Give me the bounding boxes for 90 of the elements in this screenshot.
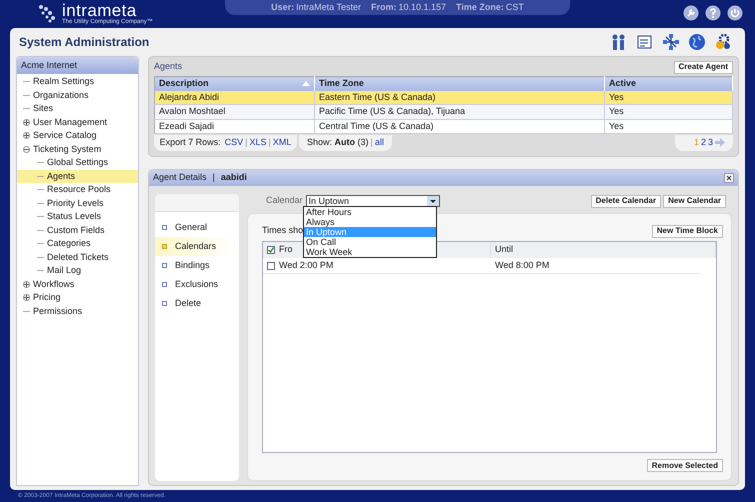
dropdown-option[interactable]: After Hours <box>304 207 436 217</box>
separator: | <box>212 171 215 184</box>
tab[interactable]: Exclusions <box>155 275 239 294</box>
column-header[interactable]: Description <box>154 76 314 90</box>
tree-item[interactable]: Status Levels <box>17 210 138 224</box>
expand-icon[interactable] <box>23 118 30 126</box>
collapse-icon[interactable] <box>23 146 30 153</box>
tree-item[interactable]: Resource Pools <box>17 183 138 196</box>
checkbox[interactable] <box>267 262 275 270</box>
column-header: Until <box>495 243 514 256</box>
globe-icon[interactable] <box>688 33 706 51</box>
tree-item[interactable]: Sites <box>17 102 138 116</box>
separator: | <box>370 136 373 149</box>
tree-item[interactable]: Pricing <box>17 291 138 304</box>
show-text: Show: Auto (3) <box>307 136 369 149</box>
page-link[interactable]: 2 <box>700 136 706 150</box>
info-value: IntraMeta Tester <box>296 0 361 14</box>
tree-item[interactable]: Service Catalog <box>17 129 138 142</box>
page-title: System Administration <box>19 34 150 51</box>
dropdown-option[interactable]: Work Week <box>304 247 436 257</box>
tree-item[interactable]: Global Settings <box>17 156 138 170</box>
tree-item[interactable]: Deleted Tickets <box>17 250 138 264</box>
page-link[interactable]: 3 <box>708 136 713 150</box>
tree-item[interactable]: Categories <box>17 237 138 250</box>
table-cell: Avalon Moshtael <box>154 104 314 119</box>
remove-selected-button[interactable]: Remove Selected <box>646 459 723 472</box>
separator: | <box>245 136 248 149</box>
calendar-button[interactable]: New Calendar <box>663 194 726 208</box>
logo-text: intrameta <box>62 2 137 19</box>
tab[interactable]: Bindings <box>155 256 239 275</box>
times-label: Times sho <box>262 224 304 238</box>
table-cell: Ezeadi Sajadi <box>154 119 314 134</box>
expand-icon[interactable] <box>23 294 30 302</box>
document-icon[interactable] <box>636 33 654 51</box>
export-link[interactable]: XLS <box>250 136 267 150</box>
tree-item[interactable]: Permissions <box>17 304 138 318</box>
column-header[interactable]: Active <box>604 76 732 90</box>
sidebar-title: Acme Internet <box>17 57 138 74</box>
calendar-label: Calendar <box>266 194 303 208</box>
info-label: Time Zone: <box>456 0 504 14</box>
logo-icon <box>38 4 58 24</box>
column-header: Fro <box>279 243 292 256</box>
table-cell: Pacific Time (US & Canada), Tijuana <box>314 104 604 119</box>
tree-item[interactable]: Ticketing System <box>17 142 138 156</box>
tab[interactable]: Delete <box>155 294 239 313</box>
tab[interactable]: General <box>155 218 239 237</box>
table-cell-text: Wed 8:00 PM <box>495 258 550 272</box>
tree-item[interactable]: Organizations <box>17 88 138 102</box>
expand-icon[interactable] <box>23 280 30 288</box>
help-icon[interactable] <box>705 5 721 21</box>
checkbox[interactable] <box>267 246 275 254</box>
table-row[interactable]: Alejandra Abidi Eastern Time (US & Canada) Yes <box>154 90 732 104</box>
table-cell-text: Wed 2:00 PM <box>279 258 334 272</box>
power-icon[interactable] <box>727 5 743 21</box>
agent-name: aabidi <box>220 171 247 184</box>
export-label: Export 7 Rows: <box>160 136 221 149</box>
tree-item[interactable]: Priority Levels <box>17 196 138 210</box>
info-label: From: <box>371 0 396 14</box>
tree-item[interactable]: Custom Fields <box>17 224 138 237</box>
separator: | <box>268 136 271 149</box>
table-row[interactable]: Ezeadi Sajadi Central Time (US & Canada) Yes <box>154 119 732 134</box>
network-icon[interactable] <box>662 33 680 51</box>
tree-item[interactable]: Agents <box>17 170 138 183</box>
info-label: User: <box>271 0 294 14</box>
expand-icon[interactable] <box>23 132 30 140</box>
create-agent-button[interactable]: Create Agent <box>674 60 733 74</box>
wrench-icon[interactable] <box>683 5 699 21</box>
tree-item[interactable]: Workflows <box>17 278 138 291</box>
table-cell: Yes <box>604 104 732 119</box>
export-link[interactable]: XML <box>272 136 292 150</box>
close-icon[interactable] <box>724 173 734 183</box>
column-header[interactable]: Time Zone <box>314 76 604 90</box>
tree-item[interactable]: Mail Log <box>17 264 138 278</box>
calendar-button[interactable]: Delete Calendar <box>590 194 662 208</box>
info-value: CST <box>506 0 524 14</box>
info-value: 10.10.1.157 <box>398 0 446 14</box>
export-link[interactable]: CSV <box>224 136 244 150</box>
tree-item[interactable]: User Management <box>17 116 138 129</box>
calendar-select[interactable]: In Uptown <box>306 195 440 207</box>
dropdown-option[interactable]: On Call <box>304 237 436 247</box>
show-all-link[interactable]: all <box>374 136 384 150</box>
table-cell: Yes <box>604 119 732 134</box>
details-title: Agent Details <box>153 171 207 184</box>
tree-item[interactable]: Realm Settings <box>17 75 138 88</box>
gears-icon[interactable] <box>714 33 732 51</box>
new-time-block-button[interactable]: New Time Block <box>652 224 723 238</box>
dropdown-option[interactable]: Always <box>304 217 436 227</box>
table-row[interactable]: Avalon Moshtael Pacific Time (US & Canada), Tijuana Yes <box>154 104 732 119</box>
table-cell: Central Time (US & Canada) <box>314 119 604 134</box>
panel-title: Agents <box>154 60 182 74</box>
